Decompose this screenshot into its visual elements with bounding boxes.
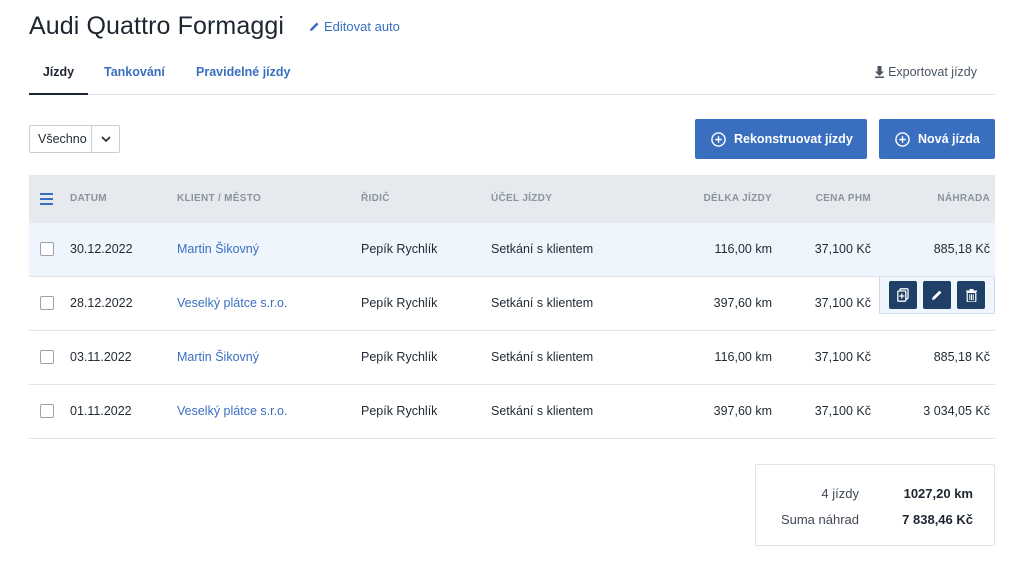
cell-purpose: Setkání s klientem [491,404,594,418]
row-checkbox[interactable] [40,242,54,256]
cell-fuel-price: 37,100 Kč [814,404,871,418]
table-row[interactable]: 03.11.2022 Martin Šikovný Pepík Rychlík … [29,331,995,385]
trash-icon [965,288,977,302]
cell-date: 30.12.2022 [70,242,133,256]
plus-circle-icon [895,131,910,147]
row-checkbox[interactable] [40,296,54,310]
cell-compensation: 3 034,05 Kč [923,404,990,418]
summary-count-label: 4 jízdy [821,486,859,501]
delete-ride-button[interactable] [957,281,985,309]
header-compensation[interactable]: NÁHRADA [937,175,990,223]
summary-count-value: 1027,20 km [903,486,973,501]
hamburger-icon[interactable] [40,193,53,208]
cell-driver: Pepík Rychlík [361,296,438,310]
filter-select-value: Všechno [38,132,87,146]
tab-refueling[interactable]: Tankování [104,52,165,95]
row-checkbox[interactable] [40,404,54,418]
pencil-icon [309,22,319,32]
reconstruct-rides-button[interactable]: Rekonstruovat jízdy [695,119,867,159]
cell-fuel-price: 37,100 Kč [814,296,871,310]
table-row[interactable]: 30.12.2022 Martin Šikovný Pepík Rychlík … [29,223,995,277]
cell-length: 397,60 km [713,404,772,418]
cell-client-link[interactable]: Veselký plátce s.r.o. [177,385,287,437]
copy-icon [897,288,909,302]
table-row[interactable]: 28.12.2022 Veselký plátce s.r.o. Pepík R… [29,277,995,331]
summary-sum-value: 7 838,46 Kč [902,512,973,527]
header-purpose[interactable]: ÚČEL JÍZDY [491,175,552,223]
cell-date: 01.11.2022 [70,404,132,418]
cell-driver: Pepík Rychlík [361,350,438,364]
cell-purpose: Setkání s klientem [491,242,594,256]
download-icon [875,66,885,78]
cell-length: 116,00 km [714,350,772,364]
page-title: Audi Quattro Formaggi [29,12,284,40]
tab-regular-rides[interactable]: Pravidelné jízdy [196,52,290,95]
new-ride-button[interactable]: Nová jízda [879,119,995,159]
header-fuel-price[interactable]: CENA PHM [816,175,871,223]
edit-car-link[interactable]: Editovat auto [309,19,400,34]
cell-driver: Pepík Rychlík [361,242,438,256]
cell-compensation: 885,18 Kč [933,350,990,364]
cell-fuel-price: 37,100 Kč [814,350,871,364]
copy-button[interactable] [889,281,917,309]
cell-purpose: Setkání s klientem [491,350,594,364]
header-client[interactable]: KLIENT / MĚSTO [177,175,261,223]
reconstruct-rides-label: Rekonstruovat jízdy [734,132,853,146]
cell-fuel-price: 37,100 Kč [814,242,871,256]
cell-purpose: Setkání s klientem [491,296,594,310]
tab-bar: Jízdy Tankování Pravidelné jízdy Exporto… [29,52,995,95]
cell-date: 03.11.2022 [70,350,132,364]
cell-length: 116,00 km [714,242,772,256]
header-date[interactable]: DATUM [70,175,107,223]
row-actions [879,277,995,314]
cell-client-link[interactable]: Martin Šikovný [177,223,259,275]
plus-circle-icon [711,131,726,147]
edit-ride-button[interactable] [923,281,951,309]
table-header: DATUM KLIENT / MĚSTO ŘIDIČ ÚČEL JÍZDY DÉ… [29,175,995,223]
tab-rides[interactable]: Jízdy [29,52,88,95]
header-driver[interactable]: ŘIDIČ [361,175,390,223]
row-checkbox[interactable] [40,350,54,364]
cell-length: 397,60 km [713,296,772,310]
new-ride-label: Nová jízda [918,132,980,146]
export-rides-link[interactable]: Exportovat jízdy [875,65,977,79]
cell-client-link[interactable]: Veselký plátce s.r.o. [177,277,287,329]
table-row[interactable]: 01.11.2022 Veselký plátce s.r.o. Pepík R… [29,385,995,439]
cell-driver: Pepík Rychlík [361,404,438,418]
cell-date: 28.12.2022 [70,296,133,310]
page-header: Audi Quattro Formaggi Editovat auto [29,12,400,41]
chevron-down-icon[interactable] [91,126,119,152]
summary-sum-label: Suma náhrad [780,512,859,527]
summary-box: 4 jízdy 1027,20 km Suma náhrad 7 838,46 … [755,464,995,546]
header-length[interactable]: DÉLKA JÍZDY [704,175,773,223]
edit-car-label: Editovat auto [324,19,400,34]
cell-client-link[interactable]: Martin Šikovný [177,331,259,383]
rides-table: DATUM KLIENT / MĚSTO ŘIDIČ ÚČEL JÍZDY DÉ… [29,175,995,439]
pencil-icon [932,290,942,300]
cell-compensation: 885,18 Kč [933,242,990,256]
filter-select[interactable]: Všechno [29,125,120,153]
export-rides-label: Exportovat jízdy [888,65,977,79]
